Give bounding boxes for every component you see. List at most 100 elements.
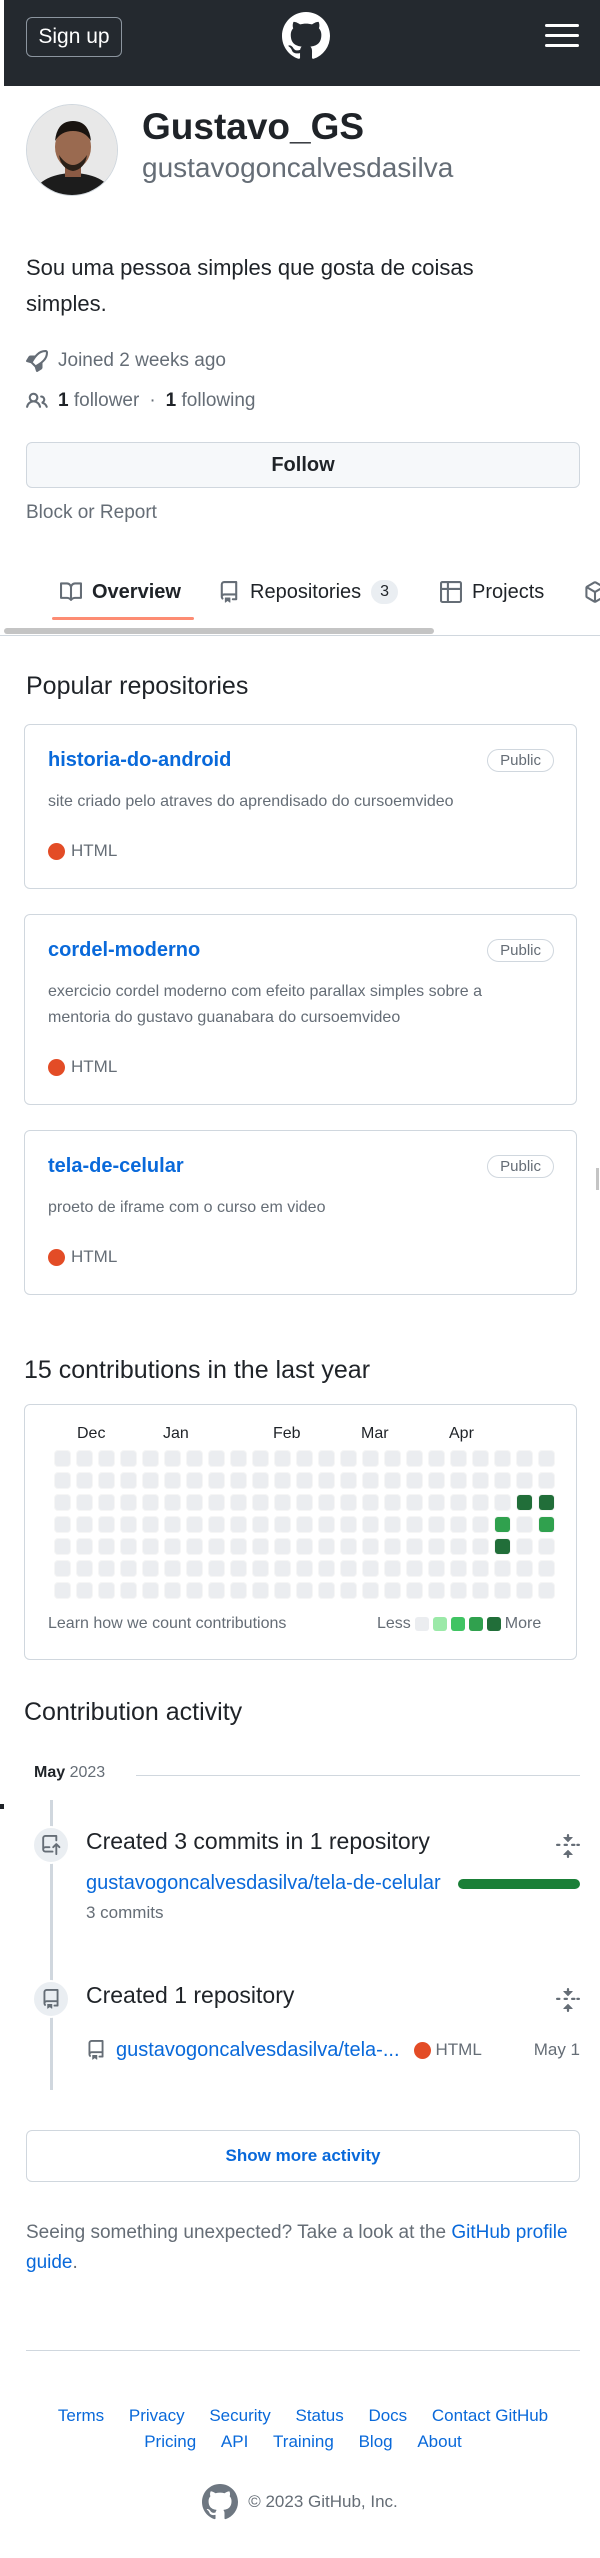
hamburger-menu-icon[interactable] bbox=[545, 24, 579, 50]
contribution-day-cell[interactable] bbox=[340, 1582, 357, 1599]
contribution-day-cell[interactable] bbox=[296, 1450, 313, 1467]
contribution-day-cell[interactable] bbox=[406, 1516, 423, 1533]
contribution-day-cell[interactable] bbox=[450, 1538, 467, 1555]
contribution-day-cell[interactable] bbox=[516, 1494, 533, 1511]
contribution-day-cell[interactable] bbox=[186, 1560, 203, 1577]
contribution-day-cell[interactable] bbox=[54, 1582, 71, 1599]
contribution-day-cell[interactable] bbox=[384, 1450, 401, 1467]
tab-overview[interactable]: Overview bbox=[60, 572, 181, 612]
contribution-day-cell[interactable] bbox=[362, 1582, 379, 1599]
contribution-day-cell[interactable] bbox=[164, 1494, 181, 1511]
contribution-day-cell[interactable] bbox=[340, 1560, 357, 1577]
contribution-day-cell[interactable] bbox=[472, 1450, 489, 1467]
contribution-day-cell[interactable] bbox=[472, 1494, 489, 1511]
contribution-day-cell[interactable] bbox=[494, 1494, 511, 1511]
created-repo-link[interactable]: gustavogoncalvesdasilva/tela-... bbox=[116, 2039, 400, 2062]
contribution-day-cell[interactable] bbox=[164, 1582, 181, 1599]
repo-link[interactable]: cordel-moderno bbox=[48, 939, 200, 962]
contribution-day-cell[interactable] bbox=[208, 1516, 225, 1533]
contribution-day-cell[interactable] bbox=[274, 1538, 291, 1555]
contribution-day-cell[interactable] bbox=[450, 1560, 467, 1577]
contribution-day-cell[interactable] bbox=[186, 1494, 203, 1511]
contribution-day-cell[interactable] bbox=[230, 1450, 247, 1467]
contribution-day-cell[interactable] bbox=[208, 1538, 225, 1555]
contribution-day-cell[interactable] bbox=[538, 1494, 555, 1511]
footer-link-api[interactable]: API bbox=[221, 2432, 248, 2451]
contribution-day-cell[interactable] bbox=[208, 1560, 225, 1577]
contribution-day-cell[interactable] bbox=[428, 1538, 445, 1555]
contribution-day-cell[interactable] bbox=[538, 1450, 555, 1467]
contribution-day-cell[interactable] bbox=[362, 1560, 379, 1577]
followers-link[interactable]: 1 follower bbox=[58, 390, 139, 412]
contribution-day-cell[interactable] bbox=[120, 1560, 137, 1577]
contribution-day-cell[interactable] bbox=[252, 1516, 269, 1533]
contribution-day-cell[interactable] bbox=[406, 1472, 423, 1489]
contribution-day-cell[interactable] bbox=[538, 1516, 555, 1533]
contribution-day-cell[interactable] bbox=[296, 1560, 313, 1577]
footer-link-about[interactable]: About bbox=[417, 2432, 461, 2451]
contribution-day-cell[interactable] bbox=[252, 1472, 269, 1489]
footer-link-pricing[interactable]: Pricing bbox=[144, 2432, 196, 2451]
contribution-day-cell[interactable] bbox=[252, 1582, 269, 1599]
contribution-day-cell[interactable] bbox=[384, 1582, 401, 1599]
contribution-day-cell[interactable] bbox=[164, 1516, 181, 1533]
contribution-day-cell[interactable] bbox=[76, 1560, 93, 1577]
contribution-day-cell[interactable] bbox=[76, 1538, 93, 1555]
contribution-day-cell[interactable] bbox=[120, 1494, 137, 1511]
contribution-day-cell[interactable] bbox=[98, 1560, 115, 1577]
contribution-day-cell[interactable] bbox=[252, 1450, 269, 1467]
footer-link-training[interactable]: Training bbox=[273, 2432, 334, 2451]
contribution-day-cell[interactable] bbox=[428, 1450, 445, 1467]
following-link[interactable]: 1 following bbox=[166, 390, 256, 412]
contribution-day-cell[interactable] bbox=[494, 1450, 511, 1467]
contribution-day-cell[interactable] bbox=[274, 1582, 291, 1599]
contribution-day-cell[interactable] bbox=[186, 1582, 203, 1599]
contribution-day-cell[interactable] bbox=[142, 1472, 159, 1489]
contribution-day-cell[interactable] bbox=[428, 1560, 445, 1577]
contribution-day-cell[interactable] bbox=[142, 1582, 159, 1599]
contribution-day-cell[interactable] bbox=[76, 1516, 93, 1533]
contribution-day-cell[interactable] bbox=[318, 1494, 335, 1511]
contribution-day-cell[interactable] bbox=[274, 1472, 291, 1489]
contribution-day-cell[interactable] bbox=[76, 1450, 93, 1467]
footer-link-terms[interactable]: Terms bbox=[58, 2406, 104, 2425]
contribution-day-cell[interactable] bbox=[428, 1582, 445, 1599]
contribution-day-cell[interactable] bbox=[208, 1472, 225, 1489]
block-or-report-link[interactable]: Block or Report bbox=[26, 502, 157, 524]
contribution-day-cell[interactable] bbox=[516, 1560, 533, 1577]
contribution-day-cell[interactable] bbox=[516, 1472, 533, 1489]
fold-icon[interactable] bbox=[556, 1834, 580, 1858]
contribution-day-cell[interactable] bbox=[428, 1516, 445, 1533]
footer-link-blog[interactable]: Blog bbox=[359, 2432, 393, 2451]
contribution-day-cell[interactable] bbox=[428, 1472, 445, 1489]
contribution-day-cell[interactable] bbox=[406, 1538, 423, 1555]
footer-link-privacy[interactable]: Privacy bbox=[129, 2406, 185, 2425]
contribution-day-cell[interactable] bbox=[472, 1538, 489, 1555]
avatar[interactable] bbox=[26, 104, 118, 196]
contribution-day-cell[interactable] bbox=[98, 1538, 115, 1555]
contribution-day-cell[interactable] bbox=[164, 1560, 181, 1577]
contribution-day-cell[interactable] bbox=[450, 1582, 467, 1599]
tabs-scrollbar[interactable] bbox=[4, 628, 434, 634]
contribution-day-cell[interactable] bbox=[494, 1560, 511, 1577]
contribution-day-cell[interactable] bbox=[164, 1472, 181, 1489]
contribution-day-cell[interactable] bbox=[494, 1538, 511, 1555]
footer-link-contact[interactable]: Contact GitHub bbox=[432, 2406, 548, 2425]
contribution-day-cell[interactable] bbox=[406, 1560, 423, 1577]
contribution-day-cell[interactable] bbox=[120, 1582, 137, 1599]
contribution-day-cell[interactable] bbox=[230, 1494, 247, 1511]
contribution-day-cell[interactable] bbox=[384, 1472, 401, 1489]
contribution-day-cell[interactable] bbox=[230, 1538, 247, 1555]
contribution-day-cell[interactable] bbox=[120, 1450, 137, 1467]
contribution-day-cell[interactable] bbox=[54, 1450, 71, 1467]
contribution-day-cell[interactable] bbox=[208, 1450, 225, 1467]
github-mark-icon[interactable] bbox=[202, 2484, 239, 2520]
contribution-day-cell[interactable] bbox=[98, 1450, 115, 1467]
contribution-day-cell[interactable] bbox=[54, 1560, 71, 1577]
contribution-day-cell[interactable] bbox=[538, 1582, 555, 1599]
contribution-day-cell[interactable] bbox=[340, 1538, 357, 1555]
follow-button[interactable]: Follow bbox=[26, 442, 580, 488]
contribution-day-cell[interactable] bbox=[538, 1472, 555, 1489]
contribution-day-cell[interactable] bbox=[494, 1472, 511, 1489]
contribution-day-cell[interactable] bbox=[318, 1516, 335, 1533]
